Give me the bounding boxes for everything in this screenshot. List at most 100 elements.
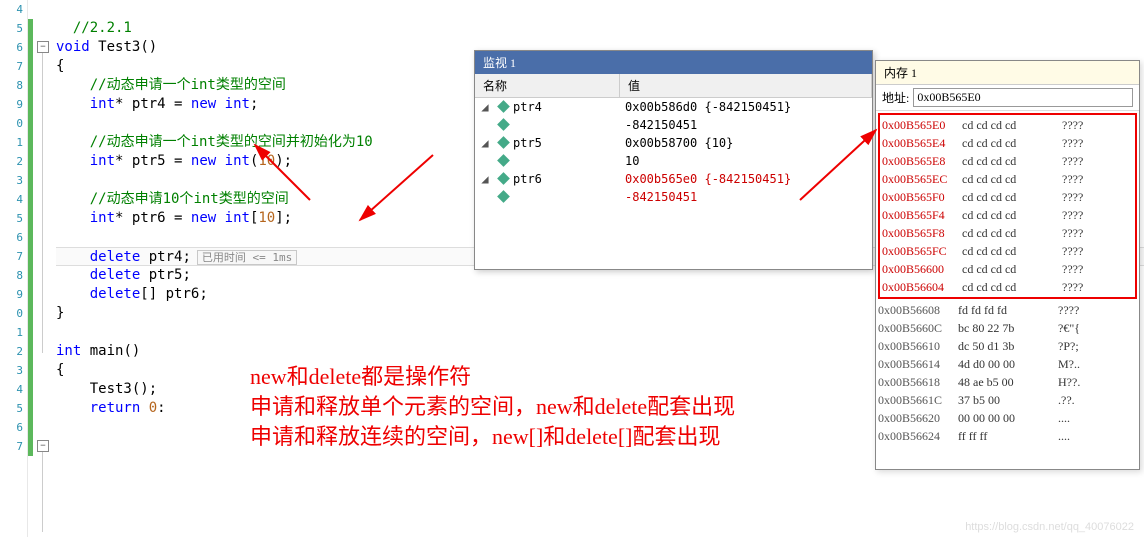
memory-row: 0x00B5661C 37 b5 00 .??.: [878, 391, 1137, 409]
line-number: 5: [0, 399, 27, 418]
watch-row[interactable]: -842150451: [475, 116, 872, 134]
line-number: 2: [0, 152, 27, 171]
watch-value: 0x00b58700 {10}: [619, 134, 872, 152]
watch-row[interactable]: ◢ ptr40x00b586d0 {-842150451}: [475, 98, 872, 116]
watch-name[interactable]: [511, 188, 619, 206]
memory-row: 0x00B565E4 cd cd cd cd ????: [882, 134, 1133, 152]
watch-header-name[interactable]: 名称: [475, 74, 620, 97]
memory-row: 0x00B56614 4d d0 00 00 M?..: [878, 355, 1137, 373]
sp: [216, 210, 224, 226]
watch-name[interactable]: ptr6: [511, 170, 619, 188]
op: =: [166, 153, 191, 169]
memory-row: 0x00B56620 00 00 00 00 ....: [878, 409, 1137, 427]
watch-body[interactable]: ◢ptr40x00b586d0 {-842150451}-842150451◢p…: [475, 98, 872, 206]
fold-toggle[interactable]: −: [37, 440, 49, 452]
expand-icon[interactable]: ◢: [475, 170, 495, 188]
expand-icon[interactable]: ◢: [475, 98, 495, 116]
comment: //动态申请一个: [90, 134, 191, 150]
semi: ;: [199, 286, 207, 302]
var: ptr5: [149, 267, 183, 283]
line-number: 7: [0, 437, 27, 456]
keyword: new: [191, 153, 216, 169]
watch-value: 10: [619, 152, 872, 170]
line-number: 6: [0, 38, 27, 57]
var-icon: [495, 152, 511, 170]
watch-row[interactable]: ◢ ptr50x00b58700 {10}: [475, 134, 872, 152]
line-number: 7: [0, 57, 27, 76]
memory-body[interactable]: 0x00B565E0 cd cd cd cd ????0x00B565E4 cd…: [876, 111, 1139, 447]
expand-icon[interactable]: [475, 152, 495, 170]
memory-row: 0x00B56610 dc 50 d1 3b ?P?;: [878, 337, 1137, 355]
memory-address-input[interactable]: [913, 88, 1133, 107]
watch-name[interactable]: [511, 116, 619, 134]
keyword: new: [191, 210, 216, 226]
watch-row[interactable]: -842150451: [475, 188, 872, 206]
comment: int: [191, 134, 216, 150]
parens: (): [140, 39, 157, 55]
memory-row: 0x00B56600 cd cd cd cd ????: [882, 260, 1133, 278]
line-number: 6: [0, 228, 27, 247]
watch-value: -842150451: [619, 188, 872, 206]
number: 0: [149, 400, 157, 416]
annotation-line: 申请和释放单个元素的空间，new和delete配套出现: [250, 392, 735, 422]
var: ptr6: [132, 210, 166, 226]
expand-icon[interactable]: [475, 188, 495, 206]
line-number: 5: [0, 19, 27, 38]
line-number: 8: [0, 266, 27, 285]
line-number: 7: [0, 247, 27, 266]
line-number: 0: [0, 114, 27, 133]
op: *: [115, 210, 123, 226]
op: =: [166, 96, 191, 112]
watch-name[interactable]: ptr5: [511, 134, 619, 152]
keyword: delete: [90, 267, 141, 283]
watch-row[interactable]: ◢ ptr60x00b565e0 {-842150451}: [475, 170, 872, 188]
annotation-line: 申请和释放连续的空间，new[]和delete[]配套出现: [250, 422, 735, 452]
fold-toggle[interactable]: −: [37, 41, 49, 53]
watch-value: 0x00b565e0 {-842150451}: [619, 170, 872, 188]
var: ptr6: [166, 286, 200, 302]
semi: ;: [250, 96, 258, 112]
memory-address-bar: 地址:: [876, 85, 1139, 111]
type: int: [90, 153, 115, 169]
watch-value: 0x00b586d0 {-842150451}: [619, 98, 872, 116]
memory-row: 0x00B56604 cd cd cd cd ????: [882, 278, 1133, 296]
comment: //动态申请一个: [90, 77, 191, 93]
watch-header: 名称 值: [475, 74, 872, 98]
type: int: [90, 210, 115, 226]
line-number: 9: [0, 285, 27, 304]
sp: [216, 96, 224, 112]
expand-icon[interactable]: [475, 116, 495, 134]
paren: ): [275, 153, 283, 169]
fold-column: − −: [34, 0, 54, 537]
var-icon: [495, 170, 511, 188]
watch-header-value[interactable]: 值: [620, 74, 872, 97]
comment: //动态申请10个: [90, 191, 194, 207]
watch-name[interactable]: ptr4: [511, 98, 619, 116]
type: int: [56, 343, 81, 359]
semi: ;: [284, 153, 292, 169]
memory-panel[interactable]: 内存 1 地址: 0x00B565E0 cd cd cd cd ????0x00…: [875, 60, 1140, 470]
memory-row: 0x00B565FC cd cd cd cd ????: [882, 242, 1133, 260]
watch-panel[interactable]: 监视 1 名称 值 ◢ptr40x00b586d0 {-842150451}-8…: [474, 50, 873, 270]
memory-row: 0x00B56618 48 ae b5 00 H??.: [878, 373, 1137, 391]
line-number: 1: [0, 133, 27, 152]
watch-row[interactable]: 10: [475, 152, 872, 170]
op: =: [166, 210, 191, 226]
line-number-gutter: 4 5 6 7 8 9 0 1 2 3 4 5 6 7 8 9 0 1 2 3 …: [0, 0, 28, 537]
line-number: 0: [0, 304, 27, 323]
semi: ;: [284, 210, 292, 226]
semi: :: [157, 400, 165, 416]
watch-value: -842150451: [619, 116, 872, 134]
bracket: []: [140, 286, 165, 302]
var-icon: [495, 98, 511, 116]
watch-name[interactable]: [511, 152, 619, 170]
memory-row: 0x00B56608 fd fd fd fd ????: [878, 301, 1137, 319]
keyword: return: [90, 400, 141, 416]
comment: 类型的空间并初始化为10: [216, 134, 373, 150]
line-number: 5: [0, 209, 27, 228]
expand-icon[interactable]: ◢: [475, 134, 495, 152]
var: ptr4: [132, 96, 166, 112]
keyword: delete: [90, 249, 141, 265]
memory-row: 0x00B565E0 cd cd cd cd ????: [882, 116, 1133, 134]
perf-tip[interactable]: 已用时间 <= 1ms: [197, 250, 297, 265]
